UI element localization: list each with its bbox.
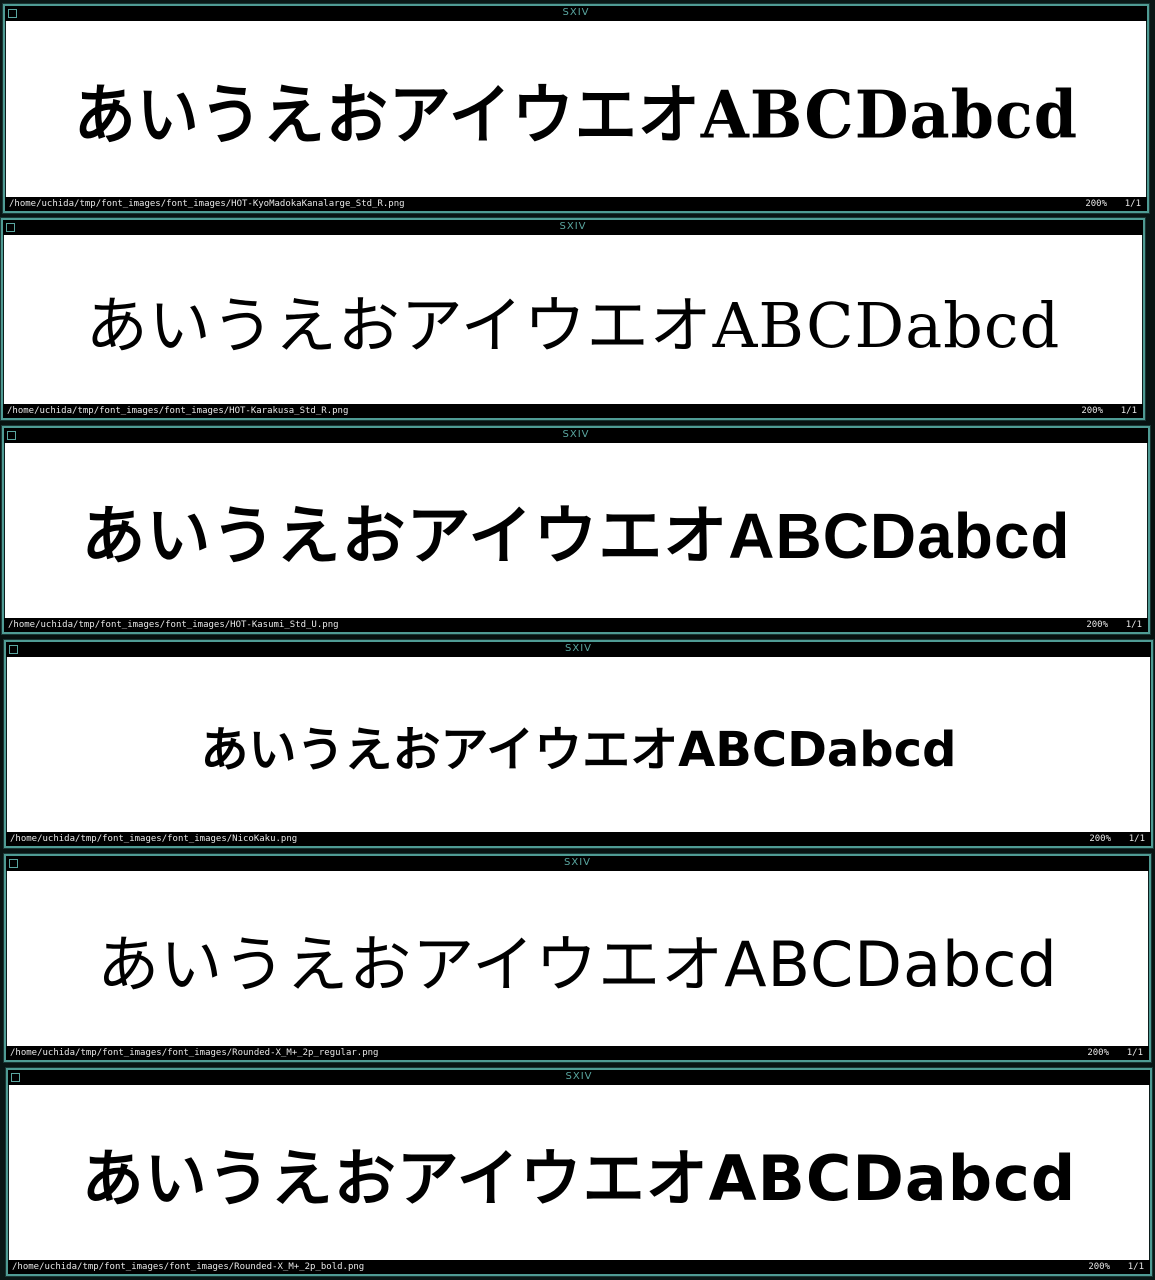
- window-title: SXIV: [564, 857, 591, 868]
- window-titlebar[interactable]: SXIV: [6, 642, 1151, 657]
- font-sample-image: あいうえおアイウエオABCDabcd: [200, 721, 957, 778]
- file-path: /home/uchida/tmp/font_images/font_images…: [8, 620, 339, 630]
- font-sample-image: あいうえおアイウエオABCDabcd: [81, 499, 1071, 572]
- window-titlebar[interactable]: SXIV: [6, 856, 1149, 871]
- status-bar: /home/uchida/tmp/font_images/font_images…: [4, 618, 1148, 632]
- window-titlebar[interactable]: SXIV: [8, 1070, 1150, 1085]
- sxiv-window[interactable]: SXIV あいうえおアイウエオABCDabcd /home/uchida/tmp…: [6, 1068, 1152, 1276]
- sxiv-window[interactable]: SXIV あいうえおアイウエオABCDabcd /home/uchida/tmp…: [4, 854, 1151, 1062]
- image-view[interactable]: あいうえおアイウエオABCDabcd: [7, 871, 1148, 1046]
- zoom-level: 200%: [1081, 406, 1103, 416]
- zoom-level: 200%: [1087, 1048, 1109, 1058]
- image-view[interactable]: あいうえおアイウエオABCDabcd: [4, 235, 1142, 404]
- status-bar: /home/uchida/tmp/font_images/font_images…: [6, 832, 1151, 846]
- font-sample-image: あいうえおアイウエオABCDabcd: [81, 1141, 1077, 1215]
- zoom-level: 200%: [1088, 1262, 1110, 1272]
- window-titlebar[interactable]: SXIV: [4, 428, 1148, 443]
- file-path: /home/uchida/tmp/font_images/font_images…: [12, 1262, 365, 1272]
- page-counter: 1/1: [1128, 834, 1145, 844]
- page-counter: 1/1: [1127, 1262, 1144, 1272]
- window-title: SXIV: [562, 429, 590, 440]
- page-counter: 1/1: [1124, 199, 1141, 209]
- status-bar: /home/uchida/tmp/font_images/font_images…: [6, 1046, 1149, 1060]
- sxiv-window[interactable]: SXIV あいうえおアイウエオABCDabcd /home/uchida/tmp…: [1, 218, 1145, 420]
- status-bar: /home/uchida/tmp/font_images/font_images…: [3, 404, 1143, 418]
- image-view[interactable]: あいうえおアイウエオABCDabcd: [5, 443, 1147, 618]
- image-view[interactable]: あいうえおアイウエオABCDabcd: [9, 1085, 1149, 1260]
- file-path: /home/uchida/tmp/font_images/font_images…: [10, 834, 298, 844]
- window-title: SXIV: [559, 221, 587, 232]
- desktop: SXIV あいうえおアイウエオABCDabcd /home/uchida/tmp…: [0, 0, 1155, 1280]
- window-title: SXIV: [565, 1071, 593, 1082]
- zoom-level: 200%: [1085, 199, 1107, 209]
- page-counter: 1/1: [1125, 620, 1142, 630]
- sxiv-window[interactable]: SXIV あいうえおアイウエオABCDabcd /home/uchida/tmp…: [2, 426, 1150, 634]
- sxiv-window[interactable]: SXIV あいうえおアイウエオABCDabcd /home/uchida/tmp…: [4, 640, 1153, 848]
- page-counter: 1/1: [1120, 406, 1137, 416]
- status-bar: /home/uchida/tmp/font_images/font_images…: [5, 197, 1147, 211]
- window-titlebar[interactable]: SXIV: [3, 220, 1143, 235]
- page-counter: 1/1: [1126, 1048, 1143, 1058]
- file-path: /home/uchida/tmp/font_images/font_images…: [7, 406, 349, 416]
- window-title: SXIV: [565, 643, 592, 654]
- file-path: /home/uchida/tmp/font_images/font_images…: [9, 199, 405, 209]
- image-view[interactable]: あいうえおアイウエオABCDabcd: [7, 657, 1150, 832]
- image-view[interactable]: あいうえおアイウエオABCDabcd: [6, 21, 1146, 197]
- font-sample-image: あいうえおアイウエオABCDabcd: [97, 927, 1058, 1001]
- status-bar: /home/uchida/tmp/font_images/font_images…: [8, 1260, 1150, 1274]
- font-sample-image: あいうえおアイウエオABCDabcd: [85, 288, 1061, 362]
- window-title: SXIV: [562, 7, 590, 18]
- file-path: /home/uchida/tmp/font_images/font_images…: [10, 1048, 379, 1058]
- zoom-level: 200%: [1089, 834, 1111, 844]
- font-sample-image: あいうえおアイウエオABCDabcd: [73, 76, 1079, 154]
- window-titlebar[interactable]: SXIV: [5, 6, 1147, 21]
- zoom-level: 200%: [1086, 620, 1108, 630]
- sxiv-window[interactable]: SXIV あいうえおアイウエオABCDabcd /home/uchida/tmp…: [3, 4, 1149, 213]
